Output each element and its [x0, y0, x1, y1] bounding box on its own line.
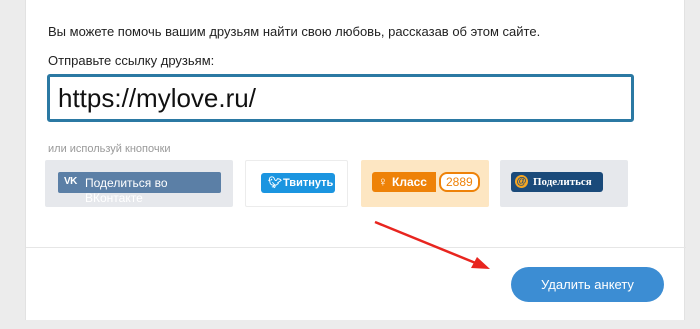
mailru-share-cell: @ Поделиться [500, 160, 628, 207]
share-url-field[interactable] [47, 74, 634, 122]
twitter-bird-icon: 🐦︎ [268, 177, 282, 189]
share-card: Вы можете помочь вашим друзьям найти сво… [25, 0, 686, 320]
send-link-label: Отправьте ссылку друзьям: [48, 53, 215, 68]
ok-class-button[interactable]: ♀ Класс [372, 172, 436, 192]
vk-share-cell: VK Поделиться во ВКонтакте [45, 160, 233, 207]
vk-icon: VK [64, 176, 77, 187]
mailru-share-button[interactable]: @ Поделиться [511, 172, 603, 192]
ok-share-count: 2889 [439, 172, 480, 192]
share-intro-text: Вы можете помочь вашим друзьям найти сво… [48, 24, 541, 39]
mailru-share-label: Поделиться [533, 176, 592, 188]
vk-share-label-line1: Поделиться во [85, 176, 168, 190]
vk-share-button[interactable]: VK Поделиться во ВКонтакте [58, 172, 221, 205]
mailru-at-icon: @ [515, 175, 528, 188]
ok-share-cell: ♀ Класс 2889 [361, 160, 489, 207]
odnoklassniki-icon: ♀ [378, 174, 388, 189]
delete-profile-button[interactable]: Удалить анкету [511, 267, 664, 302]
share-buttons-label: или используй кнопочки [48, 143, 171, 155]
ok-class-label: Класс [392, 175, 427, 189]
tweet-button-label: Твитнуть [283, 177, 334, 189]
tweet-button[interactable]: 🐦︎ Твитнуть [261, 173, 335, 193]
section-divider [26, 247, 686, 248]
twitter-share-cell: 🐦︎ Твитнуть [245, 160, 348, 207]
vk-share-label-line2: ВКонтакте [85, 191, 143, 205]
